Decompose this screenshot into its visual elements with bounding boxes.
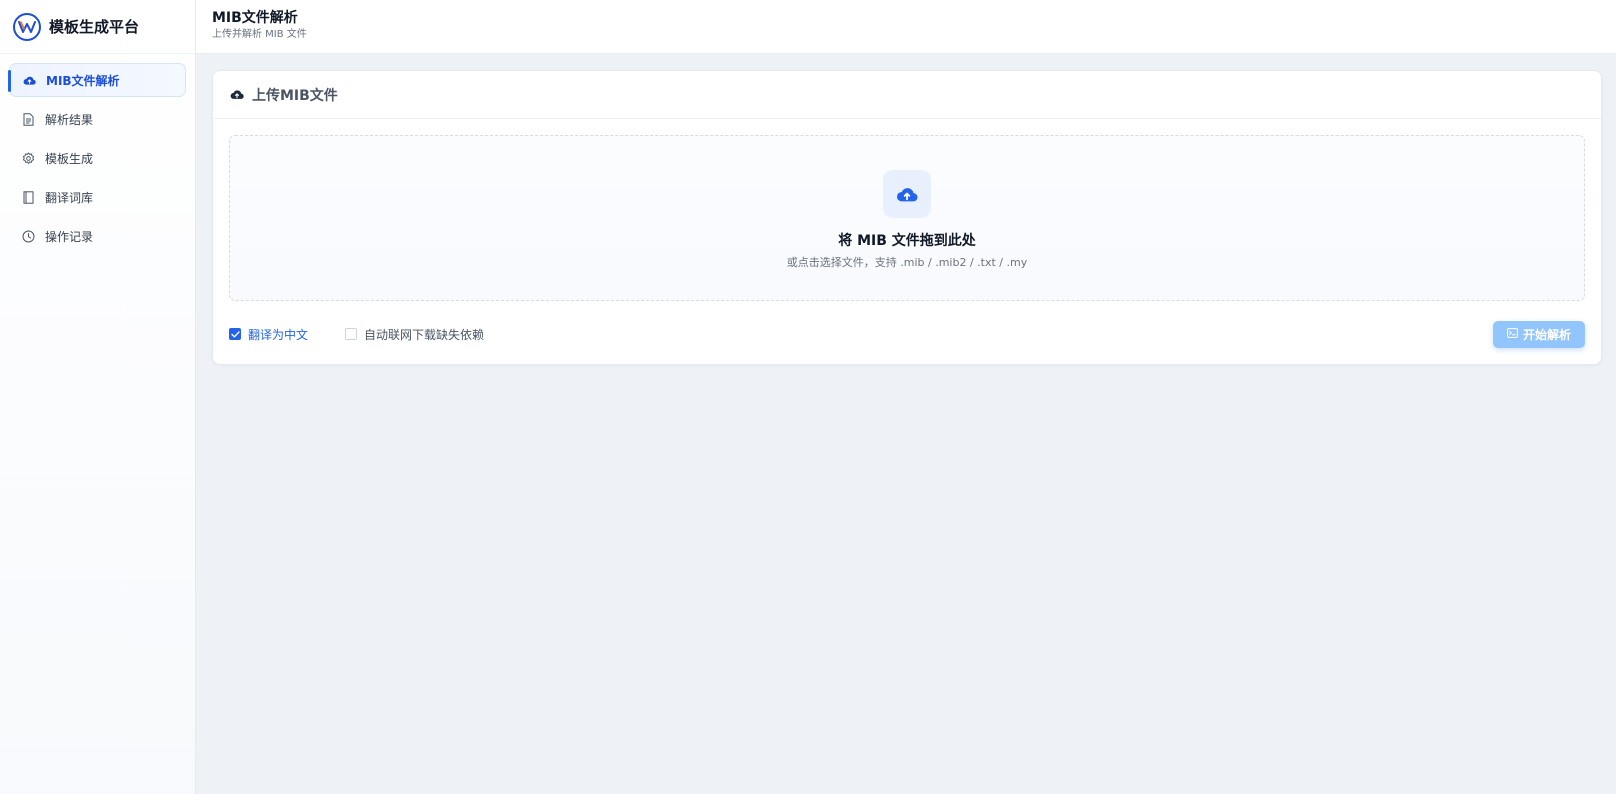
dropzone-title: 将 MIB 文件拖到此处 <box>838 233 976 249</box>
page-title: MIB文件解析 <box>212 10 298 26</box>
book-icon <box>21 190 35 204</box>
sidebar-nav: MIB文件解析 解析结果 模板生成 翻译词库 操作记录 <box>0 54 195 262</box>
translate-label: 翻译为中文 <box>248 327 309 342</box>
page-header: MIB文件解析 上传并解析 MIB 文件 <box>196 0 1616 54</box>
cloud-upload-icon <box>230 85 244 104</box>
clock-icon <box>21 229 35 243</box>
sidebar-item-label: 解析结果 <box>45 112 94 127</box>
start-parse-label: 开始解析 <box>1522 327 1571 342</box>
cloud-upload-icon <box>22 73 36 87</box>
auto-download-checkbox[interactable] <box>345 328 358 340</box>
upload-card: 上传MIB文件 将 MIB 文件拖到此处 或点击选择文件，支持 .mib / .… <box>212 70 1602 365</box>
translate-checkbox[interactable] <box>229 328 241 340</box>
sidebar-item-label: MIB文件解析 <box>46 73 120 88</box>
sidebar-item-parse-results[interactable]: 解析结果 <box>9 102 186 136</box>
brand[interactable]: 模板生成平台 <box>0 0 195 54</box>
sidebar-item-translation-lib[interactable]: 翻译词库 <box>9 180 186 214</box>
content: 上传MIB文件 将 MIB 文件拖到此处 或点击选择文件，支持 .mib / .… <box>196 54 1616 365</box>
page-subtitle: 上传并解析 MIB 文件 <box>212 29 307 40</box>
card-title: 上传MIB文件 <box>252 87 338 104</box>
app-root: 模板生成平台 MIB文件解析 解析结果 模板生成 翻译词库 操作记录 MIB文件… <box>0 0 1616 794</box>
card-body: 将 MIB 文件拖到此处 或点击选择文件，支持 .mib / .mib2 / .… <box>213 119 1601 364</box>
gear-icon <box>21 151 35 165</box>
sidebar-item-label: 模板生成 <box>45 151 94 166</box>
sidebar: 模板生成平台 MIB文件解析 解析结果 模板生成 翻译词库 操作记录 <box>0 0 196 794</box>
sidebar-item-label: 操作记录 <box>45 229 94 244</box>
auto-download-deps-option[interactable]: 自动联网下载缺失依赖 <box>345 326 484 343</box>
terminal-icon <box>1507 327 1518 341</box>
sidebar-item-label: 翻译词库 <box>45 190 94 205</box>
cloud-upload-icon <box>883 170 931 218</box>
sidebar-item-operation-log[interactable]: 操作记录 <box>9 219 186 253</box>
translate-to-chinese-option[interactable]: 翻译为中文 <box>229 326 308 343</box>
dropzone-hint: 或点击选择文件，支持 .mib / .mib2 / .txt / .my <box>786 256 1028 269</box>
options-row: 翻译为中文 自动联网下载缺失依赖 开始解析 <box>229 320 1585 348</box>
main-area: MIB文件解析 上传并解析 MIB 文件 上传MIB文件 将 MIB 文件拖到此… <box>196 0 1616 794</box>
auto-download-label: 自动联网下载缺失依赖 <box>364 327 485 342</box>
document-icon <box>21 112 35 126</box>
w-logo-icon <box>13 12 41 41</box>
start-parse-button[interactable]: 开始解析 <box>1492 320 1585 348</box>
file-dropzone[interactable]: 将 MIB 文件拖到此处 或点击选择文件，支持 .mib / .mib2 / .… <box>229 135 1585 301</box>
card-header: 上传MIB文件 <box>213 71 1601 119</box>
brand-name: 模板生成平台 <box>49 18 140 36</box>
sidebar-item-template-gen[interactable]: 模板生成 <box>9 141 186 175</box>
sidebar-item-mib-parse[interactable]: MIB文件解析 <box>8 63 186 97</box>
